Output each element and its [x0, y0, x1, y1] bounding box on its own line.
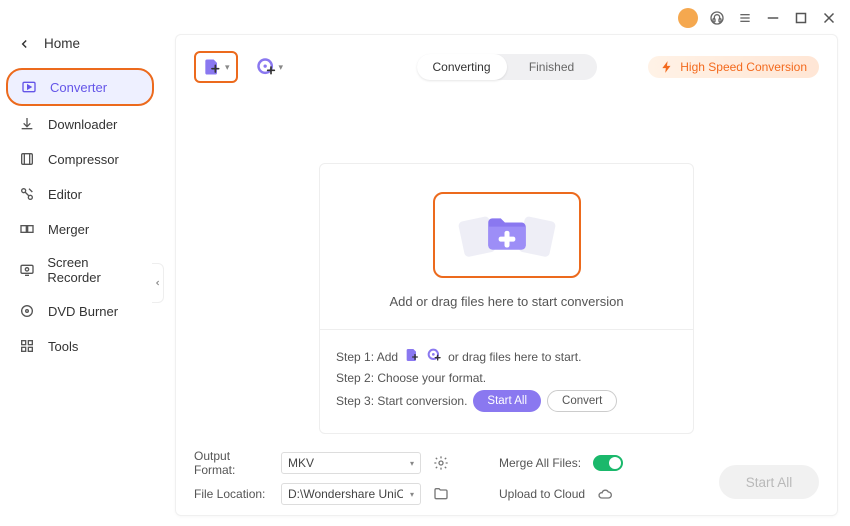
tab-switch: Converting Finished: [417, 54, 597, 80]
add-file-icon[interactable]: [404, 347, 420, 366]
sidebar-item-label: DVD Burner: [48, 304, 118, 319]
dvd-burner-icon: [18, 302, 36, 320]
home-label: Home: [44, 36, 80, 51]
menu-icon[interactable]: [736, 9, 754, 27]
convert-pill[interactable]: Convert: [547, 390, 617, 412]
folder-plus-icon: [476, 210, 538, 260]
add-file-button[interactable]: ▾: [194, 51, 238, 83]
sidebar-item-label: Screen Recorder: [47, 255, 142, 285]
output-format-select[interactable]: MKV ▾: [281, 452, 421, 474]
back-icon[interactable]: [18, 37, 32, 51]
screen-recorder-icon: [18, 261, 35, 279]
sidebar-item-label: Downloader: [48, 117, 117, 132]
sidebar-item-merger[interactable]: Merger: [6, 212, 154, 246]
open-folder-icon[interactable]: [433, 485, 451, 503]
sidebar-item-label: Converter: [50, 80, 107, 95]
step-3: Step 3: Start conversion. Start All Conv…: [336, 390, 677, 412]
steps: Step 1: Add or drag files here to start.…: [320, 330, 693, 433]
sidebar-item-label: Compressor: [48, 152, 119, 167]
sidebar-item-tools[interactable]: Tools: [6, 329, 154, 363]
titlebar: [678, 8, 838, 28]
merge-toggle[interactable]: [593, 455, 623, 471]
folder-frame[interactable]: [433, 192, 581, 278]
tool-group: ▾ ▾: [194, 51, 291, 83]
start-all-button[interactable]: Start All: [719, 465, 819, 499]
high-speed-badge[interactable]: High Speed Conversion: [648, 56, 819, 78]
drop-top[interactable]: Add or drag files here to start conversi…: [320, 164, 693, 330]
sidebar-item-screen-recorder[interactable]: Screen Recorder: [6, 247, 154, 293]
output-format-label: Output Format:: [194, 449, 269, 477]
step-1: Step 1: Add or drag files here to start.: [336, 347, 677, 366]
tab-converting[interactable]: Converting: [417, 54, 507, 80]
cloud-icon[interactable]: [597, 485, 615, 503]
merge-label: Merge All Files:: [499, 456, 581, 470]
home-row[interactable]: Home: [0, 28, 160, 67]
start-all-pill[interactable]: Start All: [473, 390, 541, 412]
sidebar-item-downloader[interactable]: Downloader: [6, 107, 154, 141]
step-2: Step 2: Choose your format.: [336, 371, 677, 385]
caret-down-icon: ▾: [410, 490, 414, 499]
footer: Output Format: MKV ▾ Merge All Files: St…: [194, 443, 819, 505]
compressor-icon: [18, 150, 36, 168]
sidebar-item-converter[interactable]: Converter: [6, 68, 154, 106]
close-button[interactable]: [820, 9, 838, 27]
sidebar-item-editor[interactable]: Editor: [6, 177, 154, 211]
sidebar-item-label: Editor: [48, 187, 82, 202]
maximize-button[interactable]: [792, 9, 810, 27]
file-location-label: File Location:: [194, 487, 269, 501]
caret-down-icon: ▾: [225, 62, 230, 73]
tools-icon: [18, 337, 36, 355]
toolbar: ▾ ▾ Converting Finished High Speed Conve…: [176, 35, 837, 93]
sidebar: Home Converter Downloader Compressor Edi…: [0, 0, 160, 526]
downloader-icon: [18, 115, 36, 133]
merger-icon: [18, 220, 36, 238]
sidebar-item-compressor[interactable]: Compressor: [6, 142, 154, 176]
sidebar-item-label: Merger: [48, 222, 89, 237]
upload-label: Upload to Cloud: [499, 487, 585, 501]
support-icon[interactable]: [708, 9, 726, 27]
editor-icon: [18, 185, 36, 203]
drop-text: Add or drag files here to start conversi…: [332, 294, 681, 309]
caret-down-icon: ▾: [279, 62, 284, 73]
dropzone: Add or drag files here to start conversi…: [319, 163, 694, 434]
avatar[interactable]: [678, 8, 698, 28]
collapse-handle[interactable]: [152, 263, 164, 303]
sidebar-item-label: Tools: [48, 339, 78, 354]
file-location-select[interactable]: D:\Wondershare UniConverter 1 ▾: [281, 483, 421, 505]
minimize-button[interactable]: [764, 9, 782, 27]
main-panel: ▾ ▾ Converting Finished High Speed Conve…: [175, 34, 838, 516]
caret-down-icon: ▾: [410, 459, 414, 468]
footer-row-1: Output Format: MKV ▾ Merge All Files: St…: [194, 449, 819, 477]
sidebar-item-dvd-burner[interactable]: DVD Burner: [6, 294, 154, 328]
converter-icon: [20, 78, 38, 96]
tab-finished[interactable]: Finished: [507, 54, 597, 80]
settings-icon[interactable]: [433, 454, 451, 472]
hsc-label: High Speed Conversion: [680, 60, 807, 74]
add-dvd-button[interactable]: ▾: [248, 51, 292, 83]
add-dvd-icon[interactable]: [426, 347, 442, 366]
